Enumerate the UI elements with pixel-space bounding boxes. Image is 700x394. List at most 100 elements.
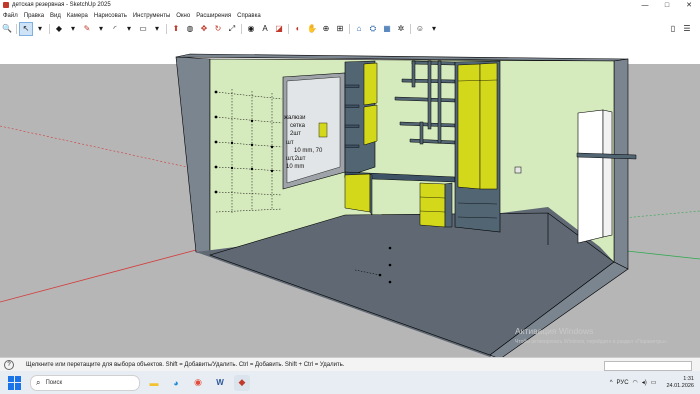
rectangle-icon[interactable]: ▭	[137, 23, 149, 35]
warehouse-icon[interactable]: ⌂	[353, 23, 365, 35]
pencil-icon[interactable]: ✎	[81, 23, 93, 35]
pushpull-icon[interactable]: ⬆	[170, 23, 182, 35]
new-file-icon[interactable]: ▯	[667, 23, 679, 35]
left-cabinet-door-top[interactable]	[363, 62, 378, 106]
language-indicator[interactable]: РУС	[617, 380, 629, 386]
account-dropdown-icon[interactable]: ▾	[428, 23, 440, 35]
sketchup-taskbar-icon[interactable]: ◆	[234, 374, 250, 391]
status-text: Щелкните или перетащите для выбора объек…	[26, 362, 345, 368]
wifi-icon[interactable]: ◠	[633, 379, 638, 386]
menu-edit[interactable]: Правка	[21, 13, 47, 19]
window-yellow-marker	[318, 122, 328, 138]
activation-watermark-title: Активация Windows	[515, 326, 593, 336]
help-icon[interactable]: ?	[4, 360, 14, 370]
status-bar: ? Щелкните или перетащите для выбора объ…	[0, 357, 700, 372]
menu-draw[interactable]: Нарисовать	[91, 13, 130, 19]
note-dim-1: 10 mm, 70	[294, 148, 323, 154]
clock-time: 1:31	[683, 375, 694, 382]
battery-icon[interactable]: ▭	[651, 379, 657, 386]
chrome-icon[interactable]: ◉	[190, 375, 206, 391]
styles-icon[interactable]: ✲	[395, 23, 407, 35]
word-icon[interactable]: W	[212, 375, 228, 391]
note-dim-2: 10 mm	[286, 164, 304, 170]
desk-left-pedestal-door[interactable]	[344, 173, 371, 213]
edge-icon[interactable]: ◕	[168, 375, 184, 391]
tray-chevron-icon[interactable]: ^	[610, 380, 613, 386]
menu-view[interactable]: Вид	[47, 13, 64, 19]
toolbar-divider	[16, 24, 17, 34]
title-bar: детская резервная - SketchUp 2025 — □ ✕	[0, 0, 700, 10]
measurements-box[interactable]	[604, 361, 692, 371]
eraser-dropdown-icon[interactable]: ▾	[67, 23, 79, 35]
toolbar-right: ▯ ☰	[666, 23, 694, 35]
search-placeholder: Поиск	[45, 379, 63, 386]
tray-clock[interactable]: 1:31 24.01.2026	[662, 376, 694, 390]
arc-icon[interactable]: ◜	[109, 23, 121, 35]
note-net: сетка	[290, 123, 306, 129]
volume-icon[interactable]: ◂)	[642, 379, 647, 386]
right-column-side	[602, 109, 613, 238]
panels-icon[interactable]: ☰	[681, 23, 693, 35]
arc-dropdown-icon[interactable]: ▾	[123, 23, 135, 35]
menu-file[interactable]: Файл	[0, 13, 21, 19]
window-title: детская резервная - SketchUp 2025	[12, 2, 111, 8]
wardrobe-door-left[interactable]	[457, 63, 481, 190]
zoom-extents-icon[interactable]: ⊞	[334, 23, 346, 35]
select-tool-icon[interactable]: ↖	[19, 22, 33, 36]
rotate-icon[interactable]: ↻	[212, 23, 224, 35]
menu-tools[interactable]: Инструменты	[130, 13, 173, 19]
tape-measure-icon[interactable]: ◉	[245, 23, 257, 35]
toolbar-divider	[349, 24, 350, 34]
toolbar-divider	[410, 24, 411, 34]
offset-icon[interactable]: ◍	[184, 23, 196, 35]
right-wall-edge[interactable]	[613, 58, 629, 270]
wall-switch	[514, 166, 522, 174]
toolbar-divider	[49, 24, 50, 34]
note-count-1: 2шт	[290, 131, 301, 137]
right-column[interactable]	[577, 109, 604, 244]
paint-bucket-icon[interactable]: ◪	[273, 23, 285, 35]
desk-left-pedestal-side	[369, 173, 373, 216]
modeling-viewport[interactable]: жалюзи сетка 2шт шт 10 mm, 70 шт,2шт 10 …	[0, 37, 700, 357]
menu-extensions[interactable]: Расширения	[193, 13, 234, 19]
start-button-icon[interactable]	[8, 375, 22, 390]
clock-date: 24.01.2026	[666, 382, 694, 389]
toolbar-divider	[166, 24, 167, 34]
move-icon[interactable]: ✥	[198, 23, 210, 35]
scene-canvas[interactable]: жалюзи сетка 2шт шт 10 mm, 70 шт,2шт 10 …	[0, 37, 700, 357]
account-icon[interactable]: ☺	[414, 23, 426, 35]
taskbar-search[interactable]: ⌕ Поиск	[30, 374, 140, 391]
window-controls: — □ ✕	[634, 0, 700, 10]
menu-window[interactable]: Окно	[173, 13, 193, 19]
menu-camera[interactable]: Камера	[64, 13, 91, 19]
file-explorer-icon[interactable]: ▬	[146, 375, 162, 391]
toolbar-divider	[288, 24, 289, 34]
zoom-icon[interactable]: ⊕	[320, 23, 332, 35]
pan-icon[interactable]: ✋	[306, 23, 318, 35]
text-icon[interactable]: A	[259, 23, 271, 35]
main-toolbar: 🔍 ↖ ▾ ◆ ▾ ✎ ▾ ◜ ▾ ▭ ▾ ⬆ ◍ ✥ ↻ ⤢ ◉ A ◪ ◐ …	[0, 21, 700, 38]
left-cabinet-door-bottom[interactable]	[363, 104, 378, 146]
eraser-icon[interactable]: ◆	[53, 23, 65, 35]
sketchup-app-icon	[3, 2, 9, 8]
search-icon: ⌕	[36, 377, 41, 387]
minimize-button[interactable]: —	[634, 0, 656, 10]
desk-drawer-unit[interactable]	[419, 182, 446, 228]
orbit-icon[interactable]: ◐	[292, 23, 304, 35]
menu-bar: Файл Правка Вид Камера Нарисовать Инстру…	[0, 10, 700, 21]
scale-icon[interactable]: ⤢	[226, 23, 238, 35]
note-count-2: шт	[286, 140, 294, 146]
note-blinds: жалюзи	[284, 115, 305, 121]
extension-warehouse-icon[interactable]: ⛭	[367, 23, 379, 35]
pencil-dropdown-icon[interactable]: ▾	[95, 23, 107, 35]
toolbar-divider	[241, 24, 242, 34]
wardrobe-door-right[interactable]	[479, 62, 498, 190]
menu-help[interactable]: Справка	[234, 13, 264, 19]
maximize-button[interactable]: □	[656, 0, 678, 10]
select-dropdown-icon[interactable]: ▾	[34, 23, 46, 35]
search-icon[interactable]: 🔍	[1, 23, 13, 35]
rectangle-dropdown-icon[interactable]: ▾	[151, 23, 163, 35]
scenes-icon[interactable]: ▦	[381, 23, 393, 35]
windows-taskbar: ⌕ Поиск ▬ ◕ ◉ W ◆ ^ РУС ◠ ◂) ▭ 1:31 24.0…	[0, 371, 700, 394]
close-button[interactable]: ✕	[678, 0, 700, 10]
